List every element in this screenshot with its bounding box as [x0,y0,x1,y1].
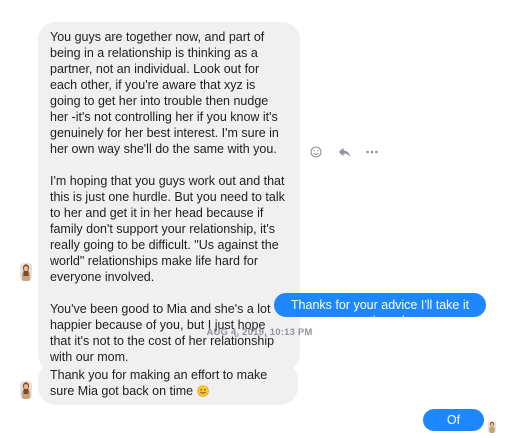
incoming-message-bubble[interactable]: Thank you for making an effort to make s… [38,362,298,405]
reply-arrow-icon[interactable] [337,145,351,159]
smiley-icon[interactable] [309,145,323,159]
contact-avatar[interactable] [20,381,32,399]
message-text-content: Thank you for making an effort to make s… [50,368,271,398]
incoming-message-bubble[interactable]: You guys are together now, and part of b… [38,22,300,372]
message-paragraph: I'm hoping that you guys work out and th… [50,174,289,284]
outgoing-message-bubble[interactable]: Of course [423,409,484,438]
slightly-smiling-face-emoji [196,385,209,397]
message-text: Thanks for your advice I'll take it on b… [290,298,470,328]
timestamp-divider: AUG 4, 2019, 10:13 PM [206,327,313,338]
message-text: Of course [434,413,473,438]
more-dots-icon[interactable] [365,145,379,159]
outgoing-message-bubble[interactable]: Thanks for your advice I'll take it on b… [274,293,486,328]
message-text: Thank you for making an effort to make s… [50,367,286,399]
message-actions [309,145,379,159]
message-paragraph: You guys are together now, and part of b… [50,30,283,156]
read-receipt-avatar [488,421,496,433]
contact-avatar[interactable] [20,263,32,281]
chat-thread: You guys are together now, and part of b… [0,0,519,438]
